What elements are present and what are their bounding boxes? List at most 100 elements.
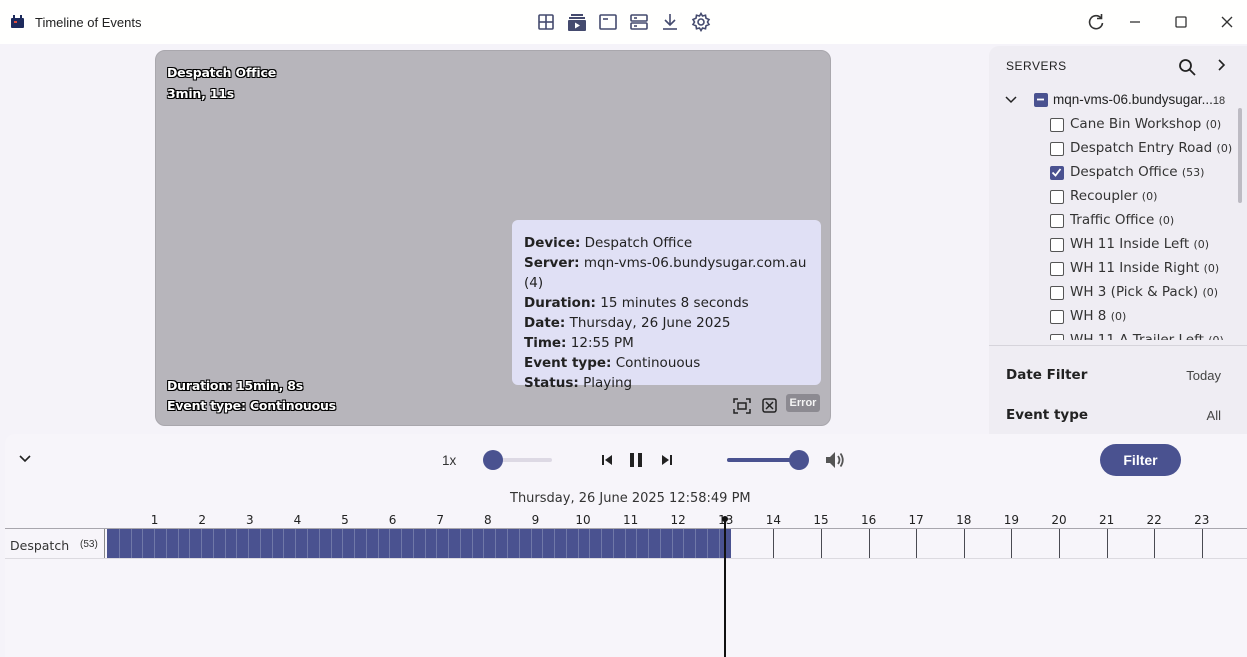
volume-slider-thumb[interactable] bbox=[789, 450, 809, 470]
download-icon[interactable] bbox=[660, 12, 680, 32]
chevron-down-icon[interactable] bbox=[1005, 96, 1017, 104]
server-item[interactable]: Cane Bin Workshop (0) bbox=[1070, 116, 1221, 132]
recording-segment-divider bbox=[683, 529, 685, 558]
recording-segment-divider bbox=[577, 529, 579, 558]
server-item[interactable]: WH 3 (Pick & Pack) (0) bbox=[1070, 284, 1218, 300]
recording-segment-divider bbox=[471, 529, 473, 558]
recording-segment-divider bbox=[589, 529, 591, 558]
recording-segment-divider bbox=[448, 529, 450, 558]
recording-segment-divider bbox=[248, 529, 250, 558]
minimize-icon[interactable] bbox=[1124, 11, 1146, 33]
storage-icon[interactable] bbox=[629, 12, 649, 32]
server-item-checkbox[interactable] bbox=[1050, 262, 1064, 276]
recording-segment-divider bbox=[659, 529, 661, 558]
server-item[interactable]: WH 11 A Trailer Left (0) bbox=[1070, 332, 1224, 340]
timeline-hour-label: 14 bbox=[765, 513, 782, 527]
timeline-hour-tick bbox=[1059, 529, 1060, 558]
server-root-label[interactable]: mqn-vms-06.bundysugar...18 bbox=[1053, 92, 1225, 107]
timeline-hour-label: 1 bbox=[150, 513, 159, 527]
recording-segment-divider bbox=[424, 529, 426, 558]
maximize-icon[interactable] bbox=[1170, 11, 1192, 33]
close-icon[interactable] bbox=[1216, 11, 1238, 33]
recording-segment-divider bbox=[354, 529, 356, 558]
video-player[interactable]: Despatch Office 3min, 11s Duration: 15mi… bbox=[155, 50, 831, 426]
search-icon[interactable] bbox=[1178, 58, 1197, 77]
speed-slider-thumb[interactable] bbox=[483, 450, 503, 470]
recording-segment-divider bbox=[507, 529, 509, 558]
skip-next-icon[interactable] bbox=[661, 454, 673, 466]
server-item[interactable]: Recoupler (0) bbox=[1070, 188, 1157, 204]
timeline-hour-label: 22 bbox=[1146, 513, 1162, 527]
tooltip-server: Server: mqn-vms-06.bundysugar.com.au (4) bbox=[524, 255, 807, 291]
skip-previous-icon[interactable] bbox=[601, 454, 613, 466]
server-item-checkbox[interactable] bbox=[1050, 190, 1064, 204]
timeline-hour-tick bbox=[821, 529, 822, 558]
timeline-hour-label: 9 bbox=[531, 513, 540, 527]
timeline-hour-label: 4 bbox=[293, 513, 302, 527]
recording-segment-divider bbox=[648, 529, 650, 558]
timeline-hour-tick bbox=[1201, 529, 1203, 558]
panel-icon[interactable] bbox=[598, 12, 618, 32]
timeline-hour-label: 21 bbox=[1098, 513, 1115, 527]
recording-segment-divider bbox=[671, 529, 673, 558]
recording-segment-divider bbox=[307, 529, 308, 558]
timeline-hour-label: 19 bbox=[1003, 513, 1020, 527]
server-item-checkbox[interactable] bbox=[1050, 238, 1064, 252]
recording-segment-divider bbox=[530, 529, 532, 558]
server-root-checkbox[interactable] bbox=[1034, 93, 1048, 107]
recording-segment-divider bbox=[612, 529, 614, 558]
recording-segment-divider bbox=[177, 529, 179, 558]
server-item-checkbox[interactable] bbox=[1050, 286, 1064, 300]
timeline-hour-label: 15 bbox=[813, 513, 829, 527]
server-item[interactable]: Traffic Office (0) bbox=[1070, 212, 1174, 228]
server-item-checkbox[interactable] bbox=[1050, 166, 1064, 180]
timeline-hour-label: 11 bbox=[622, 513, 639, 527]
zoom-fit-icon[interactable] bbox=[762, 398, 777, 413]
grid-layout-icon[interactable] bbox=[536, 12, 556, 32]
tree-scrollbar[interactable] bbox=[1238, 108, 1242, 203]
timeline-hour-label: 10 bbox=[575, 513, 591, 527]
timeline-hour-label: 18 bbox=[956, 513, 972, 527]
server-item[interactable]: WH 8 (0) bbox=[1070, 308, 1126, 324]
recording-segment-divider bbox=[365, 529, 367, 558]
event-type-value[interactable]: All bbox=[1207, 408, 1221, 423]
server-item-checkbox[interactable] bbox=[1050, 118, 1064, 132]
server-item[interactable]: Despatch Office (53) bbox=[1070, 164, 1204, 180]
volume-icon[interactable] bbox=[824, 450, 846, 470]
video-elapsed: 3min, 11s bbox=[167, 86, 235, 101]
playhead[interactable] bbox=[723, 518, 726, 657]
event-type-label: Event type bbox=[1006, 407, 1089, 423]
server-item-checkbox[interactable] bbox=[1050, 310, 1064, 324]
timeline-row-separator bbox=[104, 529, 105, 558]
recording-segment-divider bbox=[718, 529, 720, 558]
recording-segment-divider bbox=[459, 529, 461, 558]
collapse-chevron-icon[interactable] bbox=[19, 455, 31, 463]
refresh-icon[interactable] bbox=[1085, 11, 1107, 33]
server-item[interactable]: Despatch Entry Road (0) bbox=[1070, 140, 1232, 156]
server-item[interactable]: WH 11 Inside Left (0) bbox=[1070, 236, 1209, 252]
playback-icon[interactable] bbox=[567, 12, 587, 32]
server-item[interactable]: WH 11 Inside Right (0) bbox=[1070, 260, 1219, 276]
timeline-hour-tick bbox=[1106, 529, 1108, 558]
chevron-right-icon[interactable] bbox=[1216, 59, 1226, 71]
server-item-checkbox[interactable] bbox=[1050, 214, 1064, 228]
recording-segment-divider bbox=[483, 529, 485, 558]
server-item-checkbox[interactable] bbox=[1050, 142, 1064, 156]
timeline-hour-label: 3 bbox=[245, 513, 254, 527]
error-badge: Error bbox=[786, 394, 820, 412]
tooltip-duration: Duration: 15 minutes 8 seconds bbox=[524, 295, 749, 311]
recording-segment-divider bbox=[707, 529, 709, 558]
fullscreen-icon[interactable] bbox=[733, 398, 751, 414]
tooltip-device: Device: Despatch Office bbox=[524, 235, 693, 251]
date-filter-value[interactable]: Today bbox=[1186, 368, 1221, 383]
timeline-hour-tick bbox=[773, 529, 775, 558]
settings-icon[interactable] bbox=[691, 12, 711, 32]
filter-button[interactable]: Filter bbox=[1100, 444, 1181, 476]
pause-icon[interactable] bbox=[629, 452, 643, 468]
timeline-hour-label: 16 bbox=[860, 513, 877, 527]
server-item-checkbox[interactable] bbox=[1050, 334, 1064, 340]
recording-segment-divider bbox=[636, 529, 638, 558]
servers-title: SERVERS bbox=[1006, 59, 1067, 73]
recording-segment-divider bbox=[118, 529, 120, 558]
video-duration: Duration: 15min, 8s bbox=[167, 378, 304, 393]
